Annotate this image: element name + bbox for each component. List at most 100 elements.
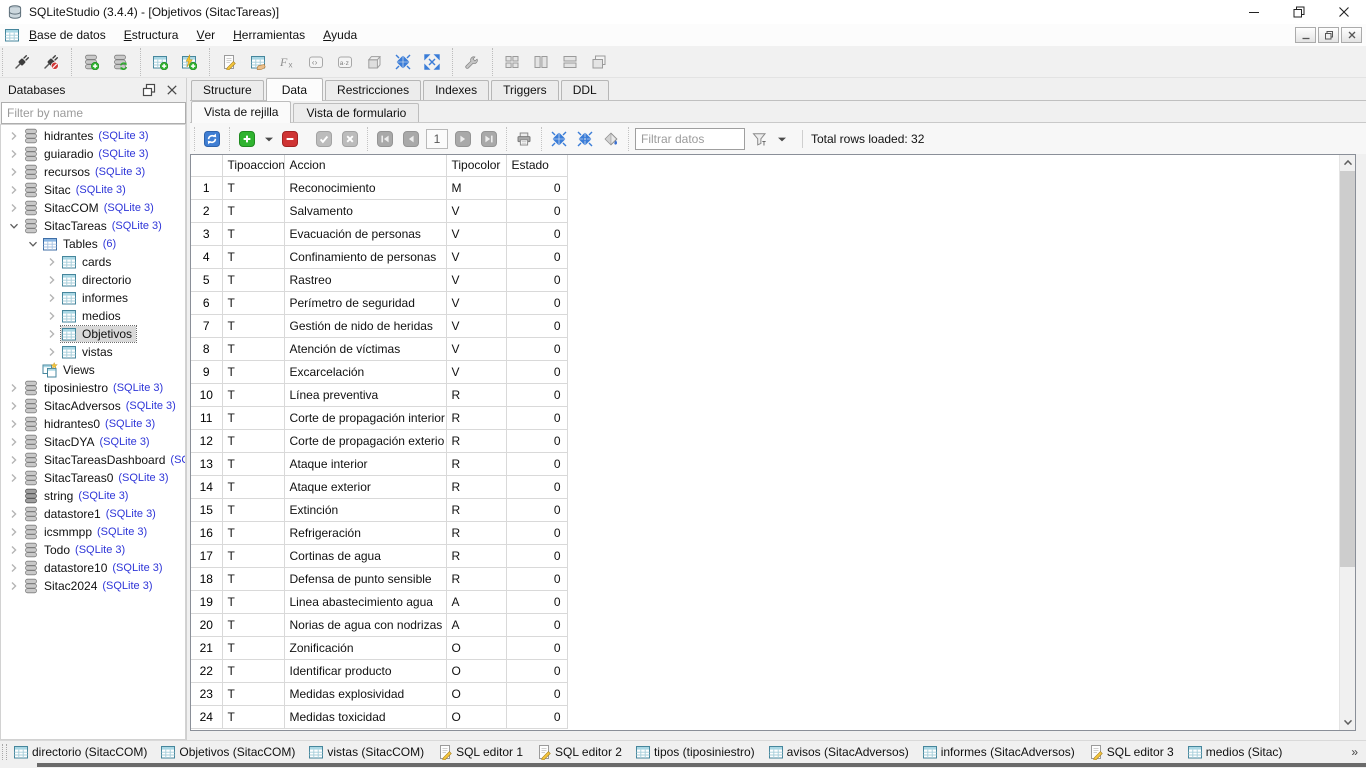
chevron-right-icon[interactable] bbox=[43, 326, 61, 342]
taskbar-item-directorio-sitaccom[interactable]: directorio (SitacCOM) bbox=[13, 744, 147, 760]
cell-accion[interactable]: Excarcelación bbox=[284, 360, 446, 383]
cell-accion[interactable]: Gestión de nido de heridas bbox=[284, 314, 446, 337]
chevron-right-icon[interactable] bbox=[5, 434, 23, 450]
cell-tipoaccion[interactable]: T bbox=[222, 475, 284, 498]
tree-item-sitac[interactable]: Sitac(SQLite 3) bbox=[1, 181, 185, 199]
taskbar-item-sql-editor-2[interactable]: SQL editor 2 bbox=[536, 744, 622, 760]
cell-accion[interactable]: Salvamento bbox=[284, 199, 446, 222]
tab-structure[interactable]: Structure bbox=[191, 80, 264, 100]
taskbar-item-informes-sitacadversos[interactable]: informes (SitacAdversos) bbox=[922, 744, 1075, 760]
cell-estado[interactable]: 0 bbox=[506, 521, 567, 544]
bottom-scrollbar-thumb[interactable] bbox=[37, 763, 1366, 767]
expand-windows-button[interactable] bbox=[417, 49, 446, 75]
new-table-button[interactable] bbox=[145, 49, 174, 75]
fit-columns-button[interactable] bbox=[548, 128, 570, 150]
cell-tipocolor[interactable]: V bbox=[446, 222, 506, 245]
cell-estado[interactable]: 0 bbox=[506, 199, 567, 222]
column-header-tipocolor[interactable]: Tipocolor bbox=[446, 155, 506, 176]
chevron-right-icon[interactable] bbox=[5, 398, 23, 414]
view-tab-vista-de-rejilla[interactable]: Vista de rejilla bbox=[191, 101, 291, 123]
row-number[interactable]: 1 bbox=[191, 176, 222, 199]
cell-estado[interactable]: 0 bbox=[506, 176, 567, 199]
row-number[interactable]: 4 bbox=[191, 245, 222, 268]
chevron-right-icon[interactable] bbox=[5, 506, 23, 522]
menu-herramientas[interactable]: Herramientas bbox=[224, 24, 314, 46]
cell-estado[interactable]: 0 bbox=[506, 268, 567, 291]
cell-tipocolor[interactable]: V bbox=[446, 337, 506, 360]
cell-tipocolor[interactable]: R bbox=[446, 567, 506, 590]
cell-tipoaccion[interactable]: T bbox=[222, 199, 284, 222]
tree-item-sitaccom[interactable]: SitacCOM(SQLite 3) bbox=[1, 199, 185, 217]
mdi-tile-vertical-button[interactable] bbox=[526, 49, 555, 75]
mdi-minimize-button[interactable] bbox=[1295, 27, 1316, 43]
cell-accion[interactable]: Ataque exterior bbox=[284, 475, 446, 498]
cell-accion[interactable]: Reconocimiento bbox=[284, 176, 446, 199]
cell-tipoaccion[interactable]: T bbox=[222, 245, 284, 268]
last-page-button[interactable] bbox=[478, 128, 500, 150]
view-tab-vista-de-formulario[interactable]: Vista de formulario bbox=[293, 103, 419, 122]
mdi-tile-button[interactable] bbox=[497, 49, 526, 75]
cell-tipocolor[interactable]: V bbox=[446, 268, 506, 291]
chevron-down-icon[interactable] bbox=[24, 236, 42, 252]
row-number[interactable]: 16 bbox=[191, 521, 222, 544]
cell-estado[interactable]: 0 bbox=[506, 475, 567, 498]
cell-accion[interactable]: Corte de propagación interior bbox=[284, 406, 446, 429]
chevron-right-icon[interactable] bbox=[43, 290, 61, 306]
page-indicator[interactable]: 1 bbox=[426, 129, 448, 149]
open-code-snippets-button[interactable]: ‹› bbox=[301, 49, 330, 75]
cell-tipoaccion[interactable]: T bbox=[222, 360, 284, 383]
cell-estado[interactable]: 0 bbox=[506, 659, 567, 682]
tree-item-sitactareas[interactable]: SitacTareas(SQLite 3) bbox=[1, 217, 185, 235]
row-number[interactable]: 17 bbox=[191, 544, 222, 567]
close-panel-button[interactable] bbox=[162, 81, 182, 99]
cell-accion[interactable]: Atención de víctimas bbox=[284, 337, 446, 360]
chevron-right-icon[interactable] bbox=[5, 578, 23, 594]
cell-tipoaccion[interactable]: T bbox=[222, 567, 284, 590]
cell-tipocolor[interactable]: R bbox=[446, 406, 506, 429]
mdi-restore-button[interactable] bbox=[1318, 27, 1339, 43]
chevron-right-icon[interactable] bbox=[5, 470, 23, 486]
cell-estado[interactable]: 0 bbox=[506, 222, 567, 245]
row-number[interactable]: 19 bbox=[191, 590, 222, 613]
tree-item-hidrantes[interactable]: hidrantes(SQLite 3) bbox=[1, 127, 185, 145]
cell-accion[interactable]: Confinamiento de personas bbox=[284, 245, 446, 268]
tree-item-guiaradio[interactable]: guiaradio(SQLite 3) bbox=[1, 145, 185, 163]
restore-windows-button[interactable] bbox=[388, 49, 417, 75]
float-panel-button[interactable] bbox=[139, 81, 159, 99]
cell-tipocolor[interactable]: R bbox=[446, 452, 506, 475]
open-function-editor-button[interactable]: Fx bbox=[272, 49, 301, 75]
cell-estado[interactable]: 0 bbox=[506, 613, 567, 636]
add-database-button[interactable] bbox=[76, 49, 105, 75]
cell-accion[interactable]: Norias de agua con nodrizas bbox=[284, 613, 446, 636]
row-coloring-button[interactable] bbox=[600, 128, 622, 150]
cell-tipocolor[interactable]: V bbox=[446, 360, 506, 383]
tree-item-objetivos[interactable]: Objetivos bbox=[1, 325, 185, 343]
mdi-tile-horizontal-button[interactable] bbox=[555, 49, 584, 75]
row-number[interactable]: 8 bbox=[191, 337, 222, 360]
scrollbar-track[interactable] bbox=[1340, 171, 1355, 714]
cell-tipoaccion[interactable]: T bbox=[222, 291, 284, 314]
chevron-right-icon[interactable] bbox=[5, 146, 23, 162]
taskbar-item-avisos-sitacadversos[interactable]: avisos (SitacAdversos) bbox=[768, 744, 909, 760]
menu-ayuda[interactable]: Ayuda bbox=[314, 24, 366, 46]
cell-tipoaccion[interactable]: T bbox=[222, 383, 284, 406]
cell-accion[interactable]: Extinción bbox=[284, 498, 446, 521]
cell-tipoaccion[interactable]: T bbox=[222, 521, 284, 544]
row-number[interactable]: 2 bbox=[191, 199, 222, 222]
cell-tipocolor[interactable]: O bbox=[446, 705, 506, 728]
row-number[interactable]: 10 bbox=[191, 383, 222, 406]
tab-data[interactable]: Data bbox=[266, 78, 323, 101]
cell-estado[interactable]: 0 bbox=[506, 291, 567, 314]
menu-base-de-datos[interactable]: Base de datos bbox=[20, 24, 115, 46]
cell-tipocolor[interactable]: A bbox=[446, 590, 506, 613]
first-page-button[interactable] bbox=[374, 128, 396, 150]
cell-tipoaccion[interactable]: T bbox=[222, 705, 284, 728]
row-number[interactable]: 12 bbox=[191, 429, 222, 452]
cell-tipocolor[interactable]: M bbox=[446, 176, 506, 199]
cell-tipocolor[interactable]: R bbox=[446, 521, 506, 544]
row-number[interactable]: 13 bbox=[191, 452, 222, 475]
row-number[interactable]: 11 bbox=[191, 406, 222, 429]
taskbar-item-vistas-sitaccom[interactable]: vistas (SitacCOM) bbox=[308, 744, 424, 760]
cell-tipocolor[interactable]: O bbox=[446, 682, 506, 705]
tree-item-tiposiniestro[interactable]: tiposiniestro(SQLite 3) bbox=[1, 379, 185, 397]
